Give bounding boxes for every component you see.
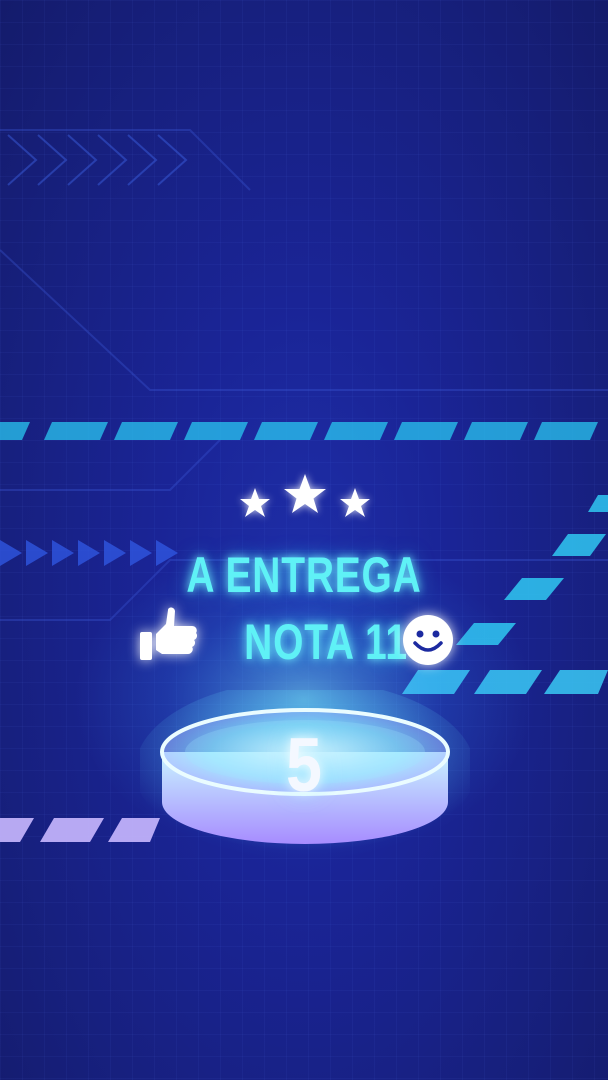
- thumbs-up-icon: [140, 607, 198, 660]
- chevrons-top: [7, 134, 188, 186]
- headline-line-1: A ENTREGA: [186, 547, 422, 603]
- star-icon: [240, 488, 270, 517]
- star-icon: [284, 474, 326, 513]
- background-decoration: [0, 129, 608, 860]
- smiley-icon: [403, 615, 453, 665]
- star-icon: [340, 488, 370, 517]
- podium-number: 5: [286, 723, 322, 808]
- dash-row-cyan: [0, 422, 598, 440]
- dash-row-lilac: [0, 818, 160, 842]
- rating-stars: [240, 474, 370, 517]
